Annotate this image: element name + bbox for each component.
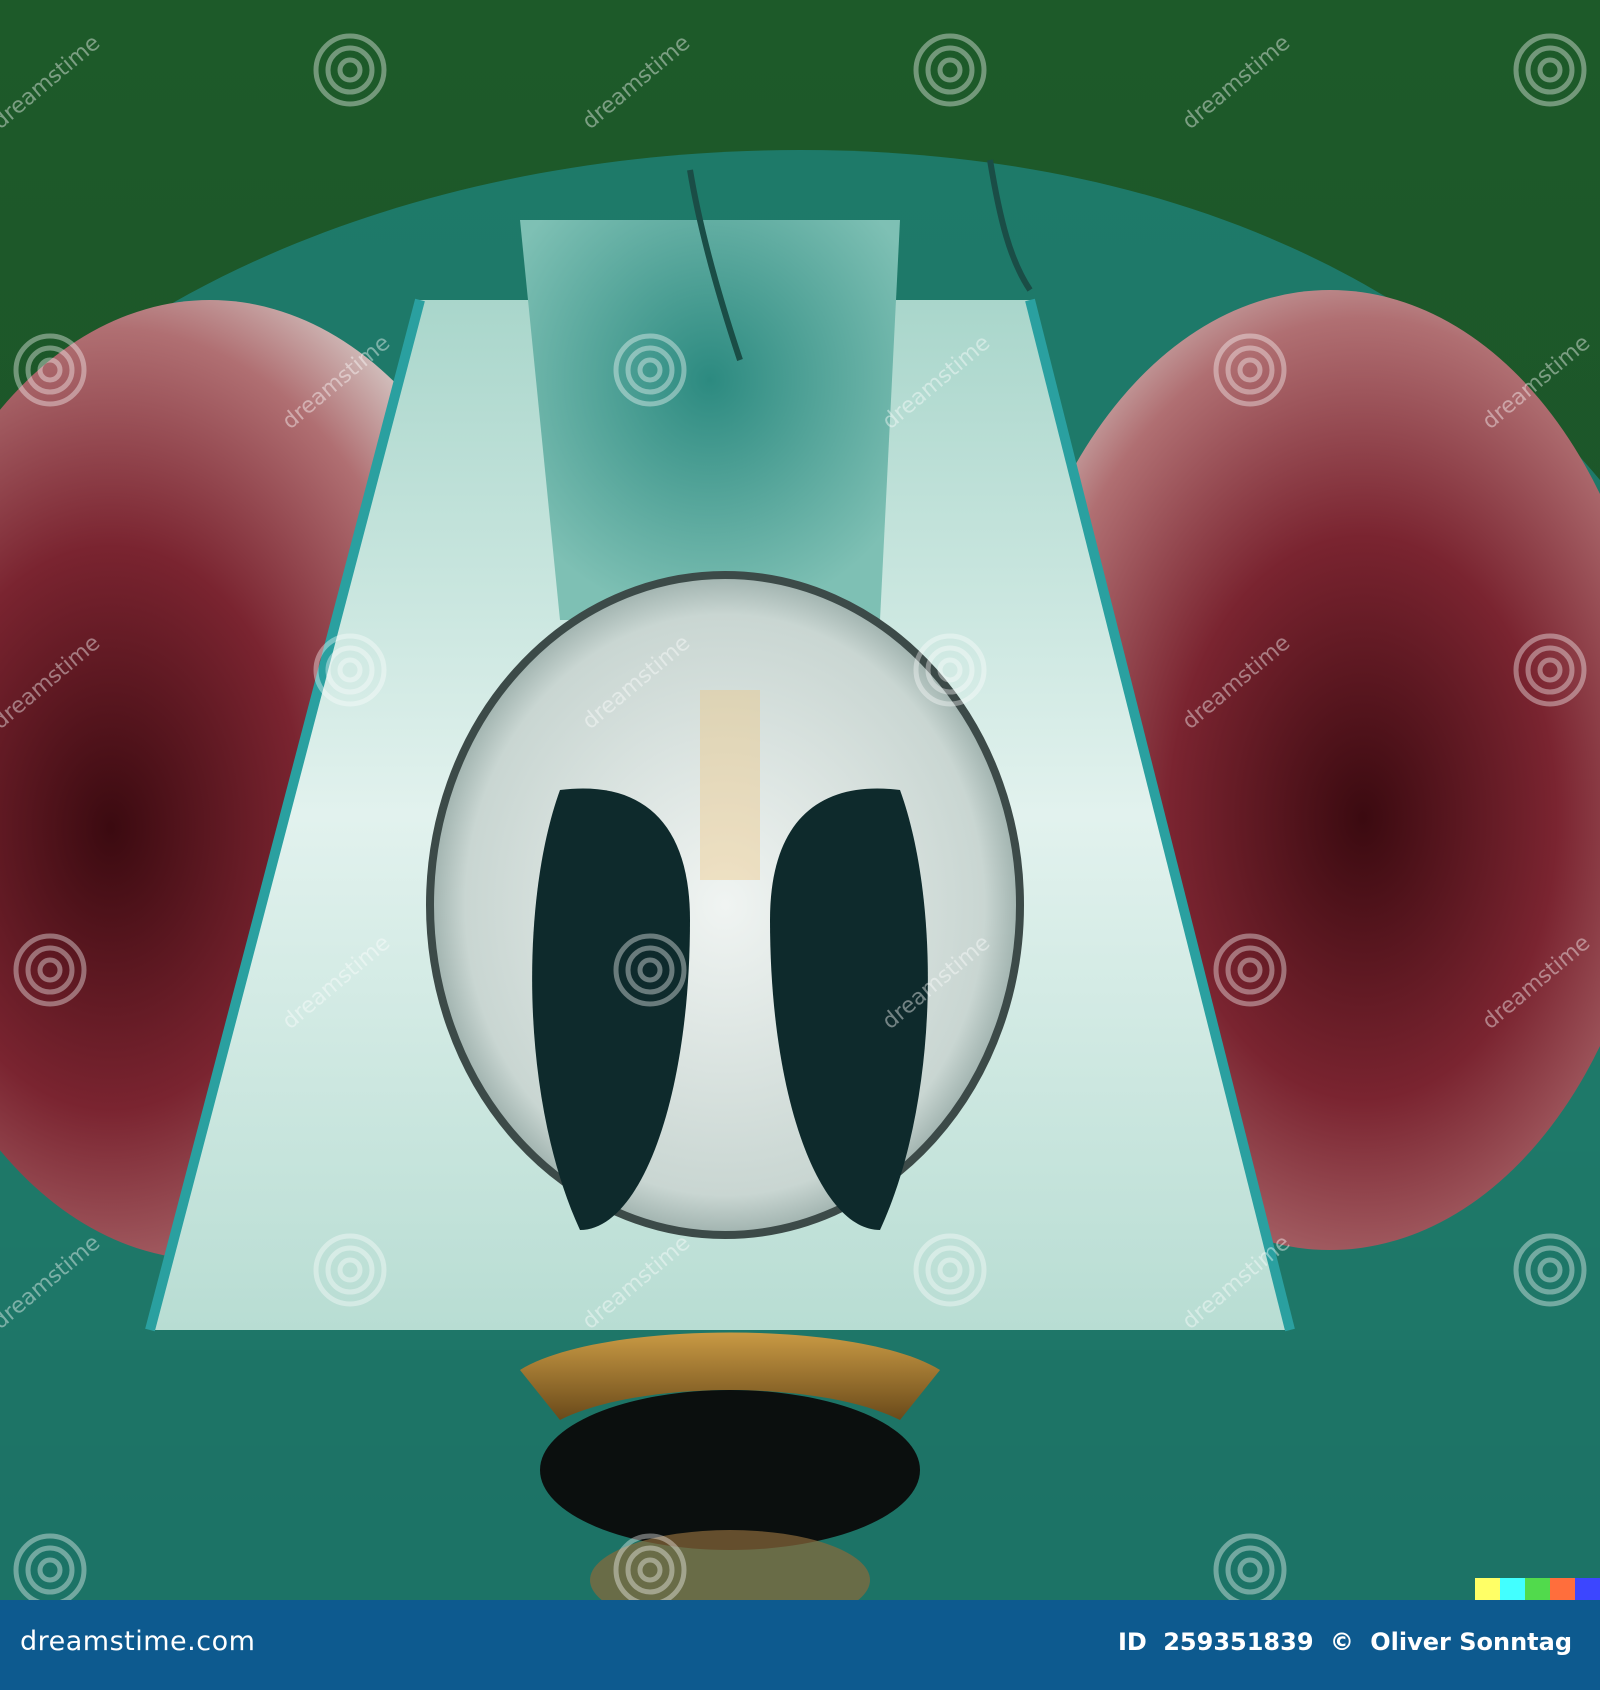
- image-id: 259351839: [1163, 1628, 1314, 1656]
- image-credit: ID 259351839 © Oliver Sonntag: [1110, 1628, 1572, 1656]
- photo-illustration: dreamstime dreamstime dreamstime dreamst…: [0, 0, 1600, 1600]
- forehead: [520, 220, 900, 620]
- copyright-symbol: ©: [1329, 1628, 1354, 1656]
- macro-photo: dreamstime dreamstime dreamstime dreamst…: [0, 0, 1600, 1600]
- ai-generated-badge: [1475, 1578, 1600, 1600]
- mouth-opening: [540, 1390, 920, 1550]
- id-label: ID: [1118, 1628, 1147, 1656]
- badge-swatch: [1550, 1578, 1575, 1600]
- author-name[interactable]: Oliver Sonntag: [1370, 1628, 1572, 1656]
- badge-swatch: [1525, 1578, 1550, 1600]
- site-name[interactable]: dreamstime.com: [20, 1626, 255, 1657]
- footer-bar: dreamstime.com ID 259351839 © Oliver Son…: [0, 1600, 1600, 1690]
- badge-swatch: [1575, 1578, 1600, 1600]
- badge-swatch: [1475, 1578, 1500, 1600]
- badge-swatch: [1500, 1578, 1525, 1600]
- facial-carina: [426, 571, 1024, 1239]
